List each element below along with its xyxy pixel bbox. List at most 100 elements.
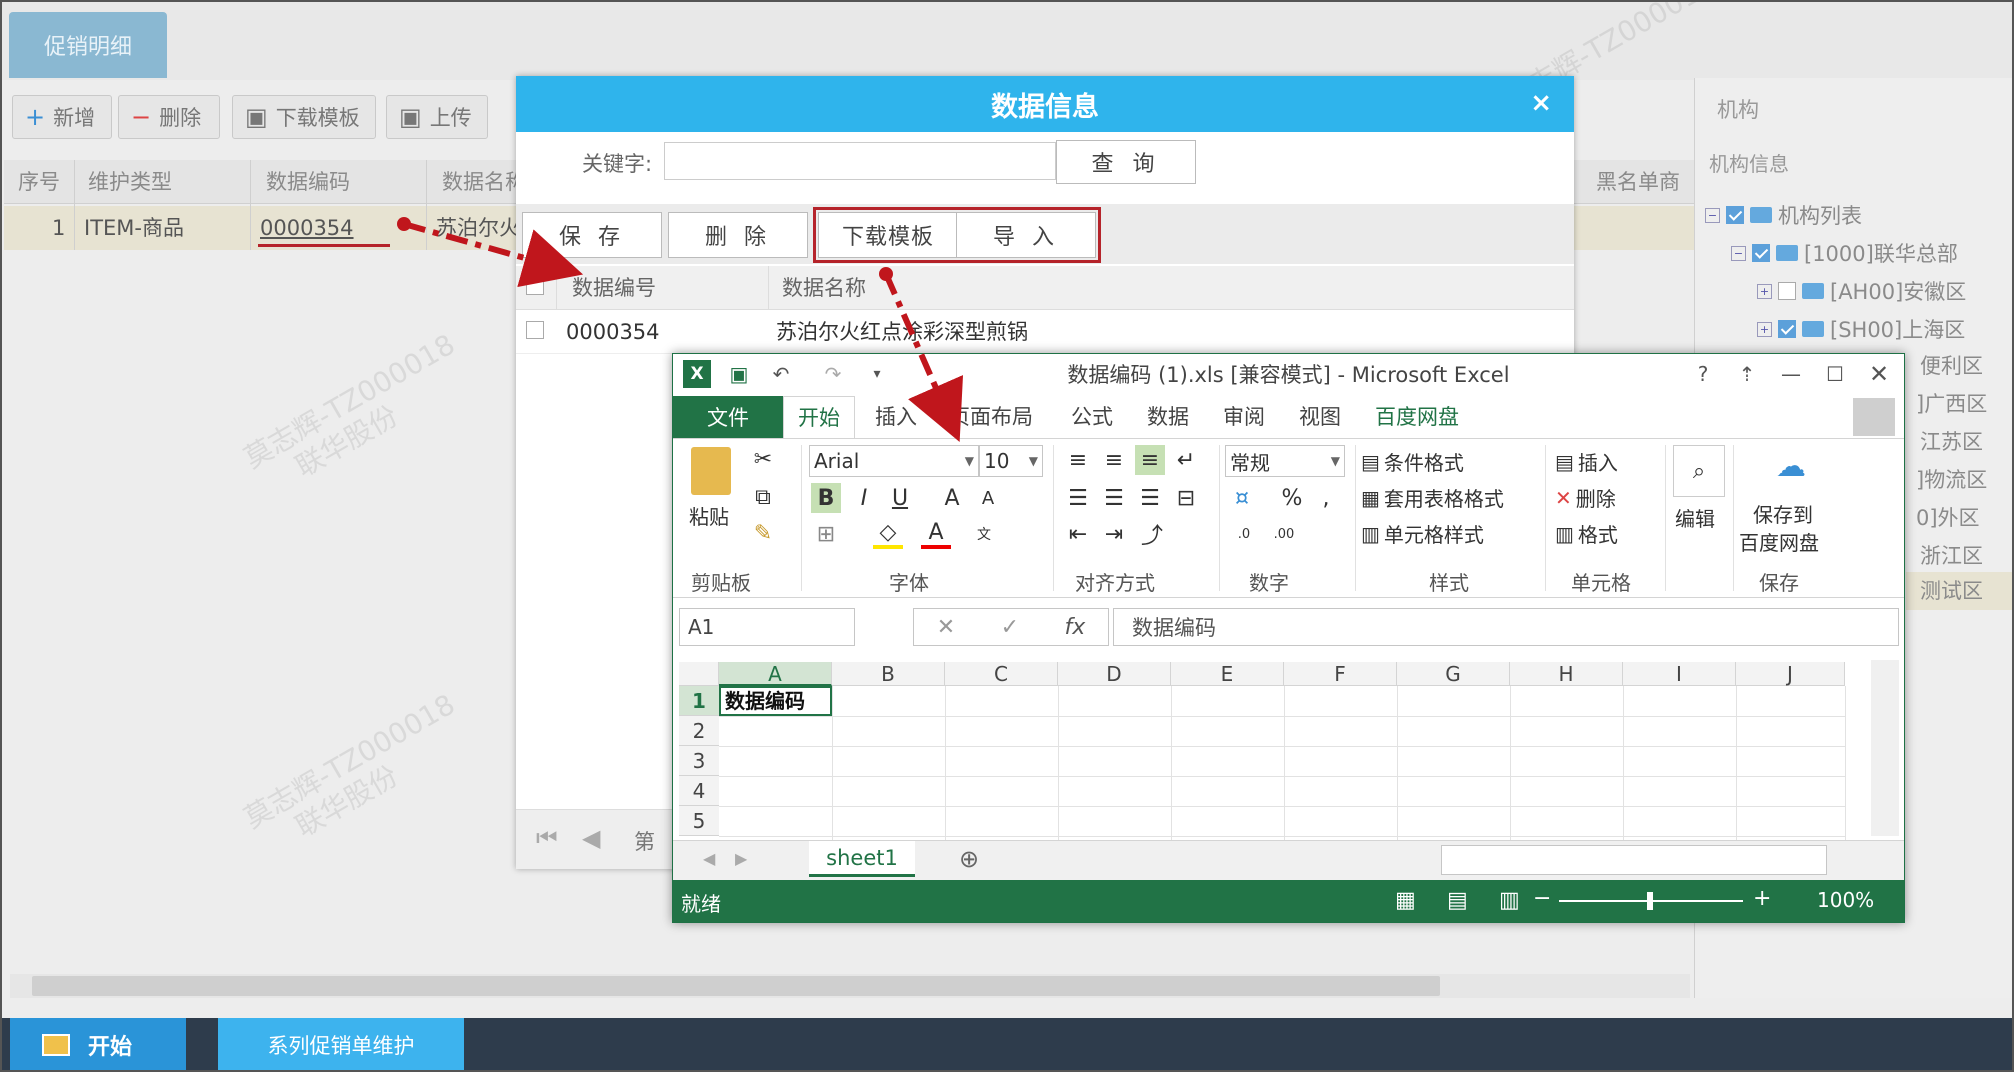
align-middle-icon[interactable]: ≡ xyxy=(1099,445,1129,475)
binoculars-icon[interactable]: ⌕ xyxy=(1673,445,1725,497)
conditional-format-button[interactable]: ▤ 条件格式 xyxy=(1361,447,1464,476)
tab-promo-detail[interactable]: 促销明细 xyxy=(9,12,167,78)
tree-node-ah[interactable]: + [AH00]安徽区 xyxy=(1757,276,1966,306)
worksheet[interactable]: A B C D E F G H I J 1 2 3 4 5 数据编码 xyxy=(673,658,1904,840)
number-format-select[interactable]: 常规 ▼ xyxy=(1225,445,1345,477)
row-header[interactable]: 5 xyxy=(679,806,719,836)
name-box[interactable]: A1 xyxy=(679,608,855,646)
column-header[interactable]: G xyxy=(1397,662,1510,686)
zoom-level[interactable]: 100% xyxy=(1817,888,1874,912)
column-header[interactable]: E xyxy=(1171,662,1284,686)
checkbox[interactable] xyxy=(1752,244,1770,262)
fill-color-icon[interactable]: ◇ xyxy=(873,519,903,549)
table-format-button[interactable]: ▦ 套用表格格式 xyxy=(1361,483,1504,512)
checkbox[interactable] xyxy=(1778,320,1796,338)
font-name-select[interactable]: Arial ▼ xyxy=(809,445,979,477)
tab-home[interactable]: 开始 xyxy=(783,396,855,438)
cell-a1[interactable]: 数据编码 xyxy=(719,686,832,716)
border-icon[interactable]: ⊞ xyxy=(811,519,841,549)
tab-review[interactable]: 审阅 xyxy=(1223,396,1265,438)
tab-baidu[interactable]: 百度网盘 xyxy=(1375,396,1459,438)
checkbox[interactable] xyxy=(1778,282,1796,300)
add-button[interactable]: + 新增 xyxy=(12,95,112,139)
edit-button[interactable]: 编辑 xyxy=(1675,503,1715,532)
comma-icon[interactable]: , xyxy=(1311,483,1341,513)
checkbox[interactable] xyxy=(1726,206,1744,224)
tab-formulas[interactable]: 公式 xyxy=(1071,396,1113,438)
customize-icon[interactable]: ▾ xyxy=(863,360,891,388)
grow-font-icon[interactable]: A xyxy=(937,483,967,513)
vertical-scrollbar[interactable] xyxy=(1871,660,1899,836)
format-painter-icon[interactable]: ✎ xyxy=(749,519,777,547)
upload-button[interactable]: ▣ 上传 xyxy=(386,95,488,139)
column-header[interactable]: J xyxy=(1736,662,1845,686)
delete-button[interactable]: 删 除 xyxy=(668,212,808,258)
zoom-in-icon[interactable]: + xyxy=(1753,886,1771,911)
align-left-icon[interactable]: ☰ xyxy=(1063,483,1093,513)
percent-icon[interactable]: % xyxy=(1277,483,1307,513)
row-header[interactable]: 3 xyxy=(679,746,719,776)
tree-node-root[interactable]: − 机构列表 xyxy=(1705,200,1862,230)
format-cells-button[interactable]: ▥ 格式 xyxy=(1555,519,1618,548)
merge-icon[interactable]: ⊟ xyxy=(1171,483,1201,513)
first-page-icon[interactable]: ⏮ xyxy=(536,824,558,852)
save-button[interactable]: 保 存 xyxy=(522,212,662,258)
delete-button[interactable]: − 删除 xyxy=(118,95,220,139)
tab-data[interactable]: 数据 xyxy=(1147,396,1189,438)
shrink-font-icon[interactable]: A xyxy=(973,483,1003,513)
maximize-icon[interactable]: ☐ xyxy=(1821,360,1849,388)
task-promo-maintenance[interactable]: 系列促销单维护 xyxy=(218,1018,464,1072)
row-header[interactable]: 2 xyxy=(679,716,719,746)
expand-icon[interactable]: + xyxy=(1757,321,1772,337)
column-header[interactable]: C xyxy=(945,662,1058,686)
underline-icon[interactable]: U xyxy=(885,483,915,513)
paste-icon[interactable] xyxy=(691,447,731,495)
delete-cells-button[interactable]: ✕ 删除 xyxy=(1555,483,1616,512)
font-size-select[interactable]: 10 ▼ xyxy=(979,445,1043,477)
collapse-icon[interactable]: − xyxy=(1731,245,1746,261)
prev-sheet-icon[interactable]: ◀ xyxy=(703,849,715,868)
start-button[interactable]: 开始 xyxy=(10,1018,186,1072)
help-icon[interactable]: ? xyxy=(1689,360,1717,388)
collapse-icon[interactable]: − xyxy=(1705,207,1720,223)
cut-icon[interactable]: ✂ xyxy=(749,445,777,473)
align-top-icon[interactable]: ≡ xyxy=(1063,445,1093,475)
table-row[interactable]: 0000354 苏泊尔火红点涂彩深型煎锅 xyxy=(516,310,1574,354)
cancel-icon[interactable]: ✕ xyxy=(937,615,955,640)
query-button[interactable]: 查 询 xyxy=(1056,140,1196,184)
save-baidu-line2[interactable]: 百度网盘 xyxy=(1739,527,1819,556)
baidu-cloud-icon[interactable]: ☁ xyxy=(1767,445,1815,487)
add-sheet-icon[interactable]: ⊕ xyxy=(959,845,979,873)
align-bottom-icon[interactable]: ≡ xyxy=(1135,445,1165,475)
tab-insert[interactable]: 插入 xyxy=(875,396,917,438)
prev-page-icon[interactable]: ◀ xyxy=(582,824,600,852)
tab-view[interactable]: 视图 xyxy=(1299,396,1341,438)
column-header[interactable]: D xyxy=(1058,662,1171,686)
bold-icon[interactable]: B xyxy=(811,483,841,513)
main-hscroll[interactable] xyxy=(10,974,1690,998)
sheet-tab[interactable]: sheet1 xyxy=(809,841,915,877)
row-header[interactable]: 1 xyxy=(679,686,719,716)
increase-decimal-icon[interactable]: .0 xyxy=(1227,519,1261,549)
italic-icon[interactable]: I xyxy=(849,483,879,513)
font-color-icon[interactable]: A xyxy=(921,519,951,549)
zoom-out-icon[interactable]: − xyxy=(1533,886,1551,911)
next-sheet-icon[interactable]: ▶ xyxy=(735,849,747,868)
column-header[interactable]: B xyxy=(832,662,945,686)
decrease-decimal-icon[interactable]: .00 xyxy=(1267,519,1301,549)
keyword-input[interactable] xyxy=(664,142,1056,180)
file-tab[interactable]: 文件 xyxy=(673,396,783,438)
insert-cells-button[interactable]: ▤ 插入 xyxy=(1555,447,1618,476)
close-icon[interactable]: ✕ xyxy=(1865,360,1893,388)
decrease-indent-icon[interactable]: ⇤ xyxy=(1063,519,1093,549)
expand-icon[interactable]: + xyxy=(1757,283,1772,299)
download-template-button[interactable]: ▣ 下载模板 xyxy=(232,95,376,139)
tree-node-sh[interactable]: + [SH00]上海区 xyxy=(1757,314,1965,344)
save-baidu-line1[interactable]: 保存到 xyxy=(1753,499,1813,528)
page-layout-view-icon[interactable]: ▤ xyxy=(1447,888,1468,913)
ribbon-display-icon[interactable]: ⇡ xyxy=(1733,360,1761,388)
function-icon[interactable]: fx xyxy=(1065,615,1086,640)
confirm-icon[interactable]: ✓ xyxy=(1001,615,1019,640)
currency-icon[interactable]: ¤ xyxy=(1227,483,1257,513)
undo-icon[interactable]: ↶ xyxy=(767,360,795,388)
